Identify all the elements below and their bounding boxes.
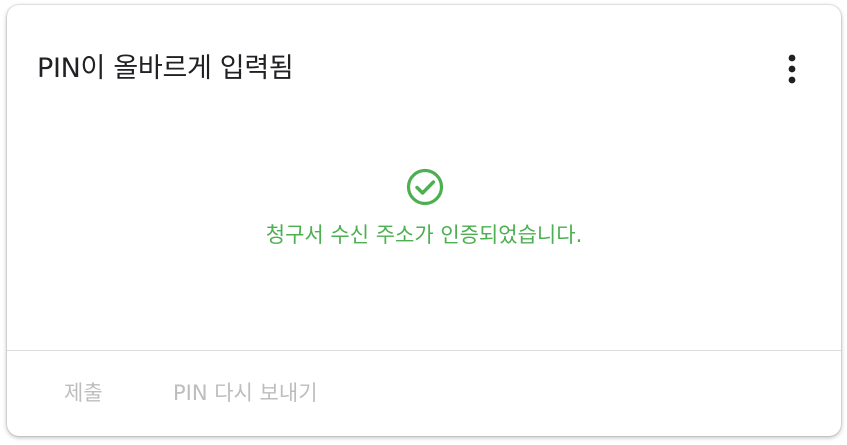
submit-button[interactable]: 제출 [64, 375, 103, 411]
pin-verification-card: PIN이 올바르게 입력됨 청구서 수신 주소가 인증되었습니다. 제출 PIN… [7, 5, 841, 436]
check-circle-icon [406, 168, 444, 206]
card-body: 청구서 수신 주소가 인증되었습니다. [7, 125, 841, 350]
card-header: PIN이 올바르게 입력됨 [7, 5, 841, 125]
status-message: 청구서 수신 주소가 인증되었습니다. [265, 223, 583, 247]
card-title: PIN이 올바르게 입력됨 [37, 53, 294, 84]
more-vert-icon [788, 54, 796, 84]
resend-pin-button[interactable]: PIN 다시 보내기 [173, 375, 318, 411]
more-options-button[interactable] [773, 49, 811, 89]
card-actions: 제출 PIN 다시 보내기 [7, 351, 841, 436]
